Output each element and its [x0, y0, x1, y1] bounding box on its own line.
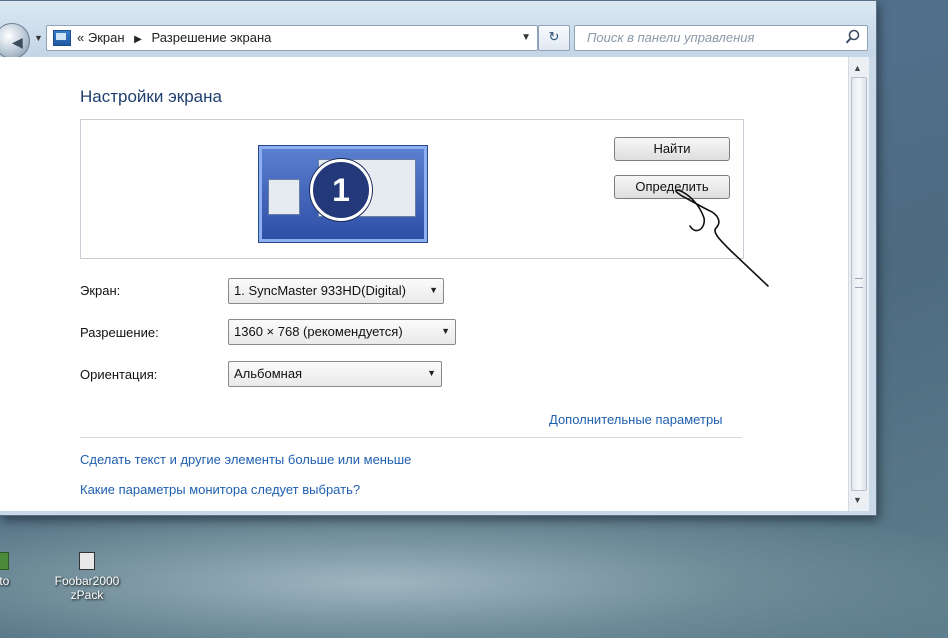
scroll-down-icon[interactable]: ▼ [853, 495, 862, 505]
window-toolbar: ◀ ▼ « Экран ▶ Разрешение экрана ▼ ↻ Поис… [0, 1, 876, 59]
recent-pages-dropdown-icon[interactable]: ▼ [34, 33, 43, 43]
scrollbar-thumb[interactable] [851, 77, 867, 491]
orientation-select[interactable]: Альбомная ▼ [228, 361, 442, 387]
app-icon [0, 552, 9, 570]
control-panel-window: ◀ ▼ « Экран ▶ Разрешение экрана ▼ ↻ Поис… [0, 0, 877, 516]
desktop-icon-label: oto [0, 574, 10, 588]
desktop-icon-foobar[interactable]: Foobar2000 zPack [52, 552, 122, 602]
chevron-down-icon: ▼ [441, 326, 450, 336]
identify-button[interactable]: Определить [614, 175, 730, 199]
divider [80, 437, 742, 438]
display-label: Экран: [80, 283, 121, 298]
page-title: Настройки экрана [80, 87, 222, 106]
monitor-settings-help-link[interactable]: Какие параметры монитора следует выбрать… [80, 482, 360, 497]
control-panel-icon [53, 30, 71, 46]
breadcrumb-item-resolution[interactable]: Разрешение экрана [151, 30, 271, 45]
monitor-1-tile[interactable]: 1 [259, 146, 427, 242]
text-size-link[interactable]: Сделать текст и другие элементы больше и… [80, 452, 411, 467]
orientation-label: Ориентация: [80, 367, 158, 382]
monitor-window-graphic-small [268, 179, 300, 215]
advanced-settings-link[interactable]: Дополнительные параметры [549, 412, 723, 427]
desktop-icon-photo[interactable]: oto [0, 552, 36, 588]
search-input[interactable]: Поиск в панели управления [574, 25, 868, 51]
resolution-label: Разрешение: [80, 325, 159, 340]
address-bar[interactable]: « Экран ▶ Разрешение экрана ▼ [46, 25, 538, 51]
display-select-value: 1. SyncMaster 933HD(Digital) [234, 283, 406, 298]
search-icon[interactable] [845, 29, 861, 45]
resolution-select-value: 1360 × 768 (рекомендуется) [234, 324, 403, 339]
foobar-icon [79, 552, 95, 570]
address-dropdown-icon[interactable]: ▼ [521, 32, 531, 43]
monitor-number: 1 [310, 159, 372, 221]
desktop-icon-label: Foobar2000 zPack [54, 574, 120, 602]
scroll-up-icon[interactable]: ▲ [853, 63, 862, 73]
main-content: Настройки экрана 1 Найти Определить Экра… [0, 57, 848, 511]
resolution-select[interactable]: 1360 × 768 (рекомендуется) ▼ [228, 319, 456, 345]
vertical-scrollbar[interactable]: ▲ ▼ [848, 57, 869, 511]
refresh-button[interactable]: ↻ [538, 25, 570, 51]
find-button[interactable]: Найти [614, 137, 730, 161]
breadcrumb-overflow[interactable]: « [77, 30, 84, 45]
breadcrumb: « Экран ▶ Разрешение экрана [77, 30, 271, 45]
breadcrumb-item-display[interactable]: Экран [88, 30, 125, 45]
monitor-arrangement-panel: 1 Найти Определить [80, 119, 744, 259]
chevron-down-icon: ▼ [429, 285, 438, 295]
display-select[interactable]: 1. SyncMaster 933HD(Digital) ▼ [228, 278, 444, 304]
back-arrow-icon: ◀ [12, 34, 23, 50]
search-placeholder: Поиск в панели управления [587, 30, 755, 45]
breadcrumb-separator-icon[interactable]: ▶ [134, 34, 142, 45]
grip-icon [855, 278, 863, 288]
chevron-down-icon: ▼ [427, 368, 436, 378]
desktop-background [0, 500, 948, 638]
orientation-select-value: Альбомная [234, 366, 303, 381]
